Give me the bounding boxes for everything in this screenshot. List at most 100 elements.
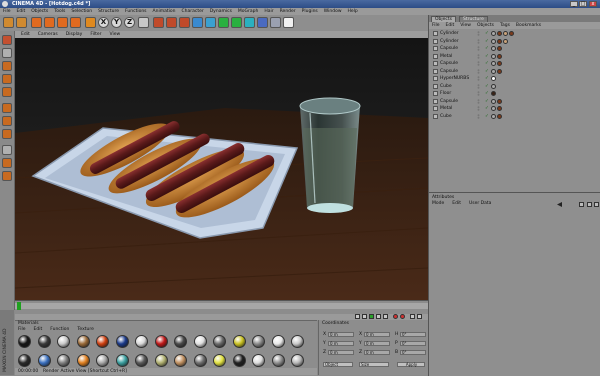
material-swatch[interactable] [115, 354, 129, 367]
material-tag-icon[interactable] [491, 31, 496, 36]
menu-item-4[interactable]: Selection [71, 8, 92, 15]
visibility-dots-icon[interactable] [476, 106, 481, 111]
material-swatch[interactable] [37, 335, 51, 348]
menu-item-7[interactable]: Animation [153, 8, 176, 15]
object-row[interactable]: Cube ✓ [429, 83, 600, 90]
object-menu-item-4[interactable]: Tags [500, 22, 510, 29]
material-swatch[interactable] [213, 354, 226, 367]
object-menu-item-3[interactable]: Objects [477, 22, 494, 29]
object-row[interactable]: Capsule ✓ [429, 98, 600, 105]
points-mode-icon[interactable] [2, 103, 12, 113]
material-tag-icon[interactable] [491, 113, 496, 119]
enabled-check-icon[interactable]: ✓ [485, 99, 489, 104]
visibility-dots-icon[interactable] [476, 61, 481, 66]
object-row[interactable]: Metal ✓ [429, 105, 600, 112]
z-axis-lock-button[interactable]: Z [124, 17, 135, 28]
material-menu-item-0[interactable]: File [18, 327, 26, 333]
material-swatch[interactable] [174, 335, 187, 348]
use-texture-tool-icon[interactable] [2, 74, 12, 84]
visibility-dots-icon[interactable] [476, 113, 481, 119]
enabled-check-icon[interactable]: ✓ [485, 46, 489, 51]
menu-item-2[interactable]: Objects [31, 8, 48, 15]
material-swatch[interactable] [193, 354, 207, 367]
material-swatch[interactable] [174, 354, 187, 367]
object-name[interactable]: Cube [440, 83, 452, 90]
material-swatch[interactable] [96, 354, 109, 367]
viewport-menu-item-2[interactable]: Display [66, 31, 83, 38]
material-menu-item-3[interactable]: Texture [77, 327, 93, 333]
visibility-dots-icon[interactable] [476, 38, 481, 44]
coordinate-input[interactable]: 0° [400, 341, 426, 346]
menu-item-1[interactable]: Edit [17, 8, 26, 15]
material-swatch[interactable] [291, 354, 304, 367]
coordinate-input[interactable]: 0° [400, 332, 426, 337]
undo-icon[interactable] [3, 17, 14, 28]
attribute-options-icon[interactable] [594, 202, 599, 207]
material-tag-icon[interactable] [491, 68, 496, 74]
material-tag-icon[interactable] [497, 61, 502, 66]
material-swatch[interactable] [18, 354, 31, 367]
coordinate-system-icon[interactable] [138, 17, 149, 28]
array-icon[interactable] [231, 17, 242, 28]
camera-icon[interactable] [270, 17, 281, 28]
lock-icon[interactable] [579, 202, 584, 207]
material-swatch[interactable] [252, 335, 265, 348]
spline-pen-icon[interactable] [205, 17, 216, 28]
render-region-icon[interactable] [166, 17, 177, 28]
material-swatch[interactable] [232, 335, 246, 348]
use-object-tool-icon[interactable] [2, 61, 12, 71]
visibility-dots-icon[interactable] [476, 31, 481, 36]
material-tag-icon[interactable] [491, 53, 496, 59]
menu-item-0[interactable]: File [3, 8, 11, 15]
timeline-track[interactable] [15, 303, 428, 309]
object-name[interactable]: Floor [440, 90, 451, 97]
object-name[interactable]: Capsule [440, 98, 458, 105]
material-swatch[interactable] [76, 335, 90, 348]
position-key-icon[interactable] [417, 314, 422, 319]
back-arrow-icon[interactable] [557, 202, 562, 207]
edges-mode-icon[interactable] [2, 116, 12, 126]
material-swatch[interactable] [37, 354, 51, 367]
object-row[interactable]: Cylinder ✓ [429, 30, 600, 37]
object-name[interactable]: Capsule [440, 60, 458, 67]
material-swatch[interactable] [76, 354, 90, 367]
menu-item-10[interactable]: MoGraph [238, 8, 258, 15]
material-tag-icon[interactable] [491, 106, 496, 111]
material-swatch[interactable] [135, 354, 148, 367]
viewport-menu-item-3[interactable]: Filter [90, 31, 101, 38]
deformer-icon[interactable] [244, 17, 255, 28]
go-to-start-icon[interactable] [355, 314, 360, 319]
menu-item-6[interactable]: Functions [125, 8, 147, 15]
material-tag-icon[interactable] [503, 38, 508, 44]
object-menu-item-0[interactable]: File [432, 22, 440, 29]
visibility-dots-icon[interactable] [476, 53, 481, 59]
close-button[interactable]: x [589, 1, 597, 7]
material-tag-icon[interactable] [491, 98, 496, 104]
viewport-menu-item-1[interactable]: Cameras [38, 31, 58, 38]
object-menu-item-5[interactable]: Bookmarks [516, 22, 541, 29]
attribute-menu-item-0[interactable]: Mode [432, 201, 444, 207]
object-name[interactable]: Metal [440, 105, 452, 112]
material-tag-icon[interactable] [497, 68, 502, 74]
coordinate-input[interactable]: 0° [400, 350, 426, 355]
menu-item-11[interactable]: Hair [264, 8, 273, 15]
visibility-dots-icon[interactable] [476, 83, 481, 89]
move-icon[interactable] [44, 17, 55, 28]
material-tag-icon[interactable] [491, 76, 496, 81]
apply-button[interactable]: Apply [397, 362, 425, 367]
menu-item-14[interactable]: Window [324, 8, 342, 15]
material-swatch[interactable] [213, 335, 226, 348]
visibility-dots-icon[interactable] [476, 91, 481, 96]
enabled-check-icon[interactable]: ✓ [485, 39, 489, 44]
material-swatch[interactable] [57, 335, 70, 348]
material-swatch[interactable] [57, 354, 70, 367]
attribute-menu-item-1[interactable]: Edit [452, 201, 461, 207]
material-swatch[interactable] [271, 354, 285, 367]
coordinate-input[interactable]: 0 m [364, 350, 390, 355]
go-to-end-icon[interactable] [383, 314, 388, 319]
object-row[interactable]: Metal ✓ [429, 53, 600, 60]
visibility-dots-icon[interactable] [476, 68, 481, 74]
object-name[interactable]: Capsule [440, 68, 458, 75]
material-tag-icon[interactable] [497, 46, 502, 51]
material-menu-item-1[interactable]: Edit [34, 327, 43, 333]
